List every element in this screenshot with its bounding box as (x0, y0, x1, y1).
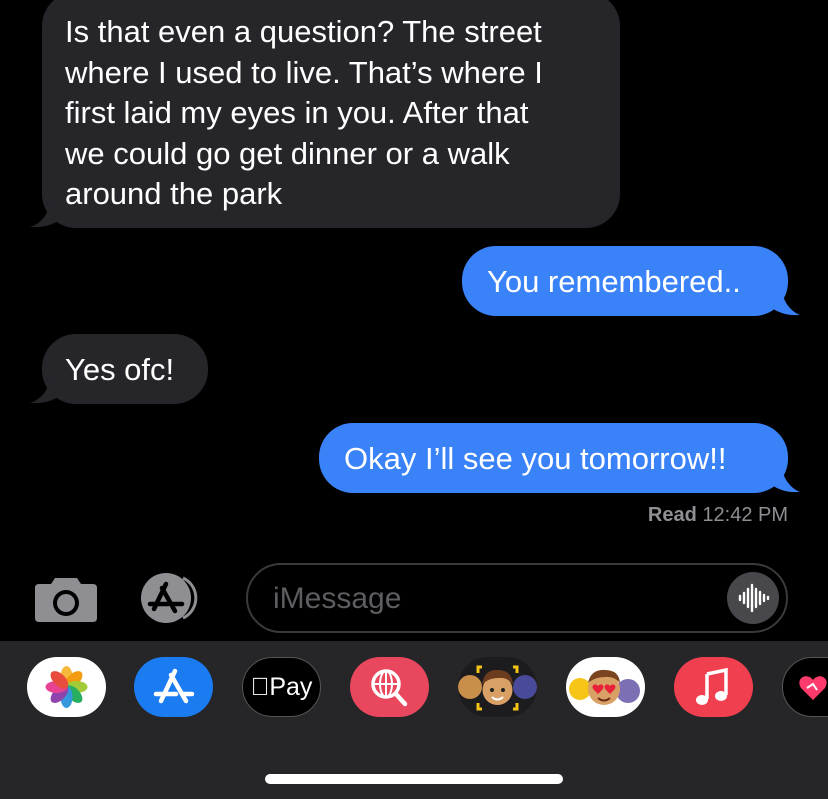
app-drawer: Pay (0, 641, 828, 799)
music-icon (696, 667, 728, 705)
music-app[interactable] (674, 657, 753, 717)
audio-message-button[interactable] (727, 572, 779, 624)
home-indicator[interactable] (265, 774, 563, 784)
read-receipt: Read 12:42 PM (648, 504, 788, 527)
digital-touch-app[interactable] (782, 657, 828, 717)
image-search-app[interactable] (350, 657, 429, 717)
apple-pay-label: Pay (243, 673, 320, 702)
message-input-placeholder: iMessage (273, 582, 402, 615)
camera-icon[interactable] (35, 574, 97, 622)
read-time: 12:42 PM (702, 504, 788, 526)
message-bubble-outgoing[interactable]: You remembered.. (462, 246, 788, 316)
memoji-stickers-app[interactable] (566, 657, 645, 717)
bubble-tail (30, 376, 64, 404)
photos-icon (45, 666, 88, 708)
memoji-app[interactable] (458, 657, 537, 717)
globe-search-icon (371, 669, 408, 707)
read-status: Read (647, 504, 697, 526)
pay-text: Pay (259, 673, 312, 701)
bubble-tail (768, 288, 800, 316)
bubble-tail (30, 200, 64, 228)
bubble-tail (768, 465, 800, 493)
message-input[interactable]: iMessage (246, 563, 788, 633)
app-store-icon[interactable] (138, 573, 216, 623)
photos-app[interactable] (27, 657, 106, 717)
memoji-icon (458, 665, 537, 711)
apple-logo-icon:  (251, 673, 270, 701)
memoji-stickers-icon (569, 669, 640, 705)
message-bubble-incoming[interactable]: Is that even a question? The street wher… (42, 0, 620, 228)
apple-pay-app[interactable]: Pay (242, 657, 321, 717)
heart-icon (799, 676, 827, 700)
app-store-app[interactable] (134, 657, 213, 717)
message-bubble-outgoing[interactable]: Okay I’ll see you tomorrow!! (319, 423, 788, 493)
app-store-icon (153, 668, 195, 704)
waveform-icon (738, 583, 770, 613)
